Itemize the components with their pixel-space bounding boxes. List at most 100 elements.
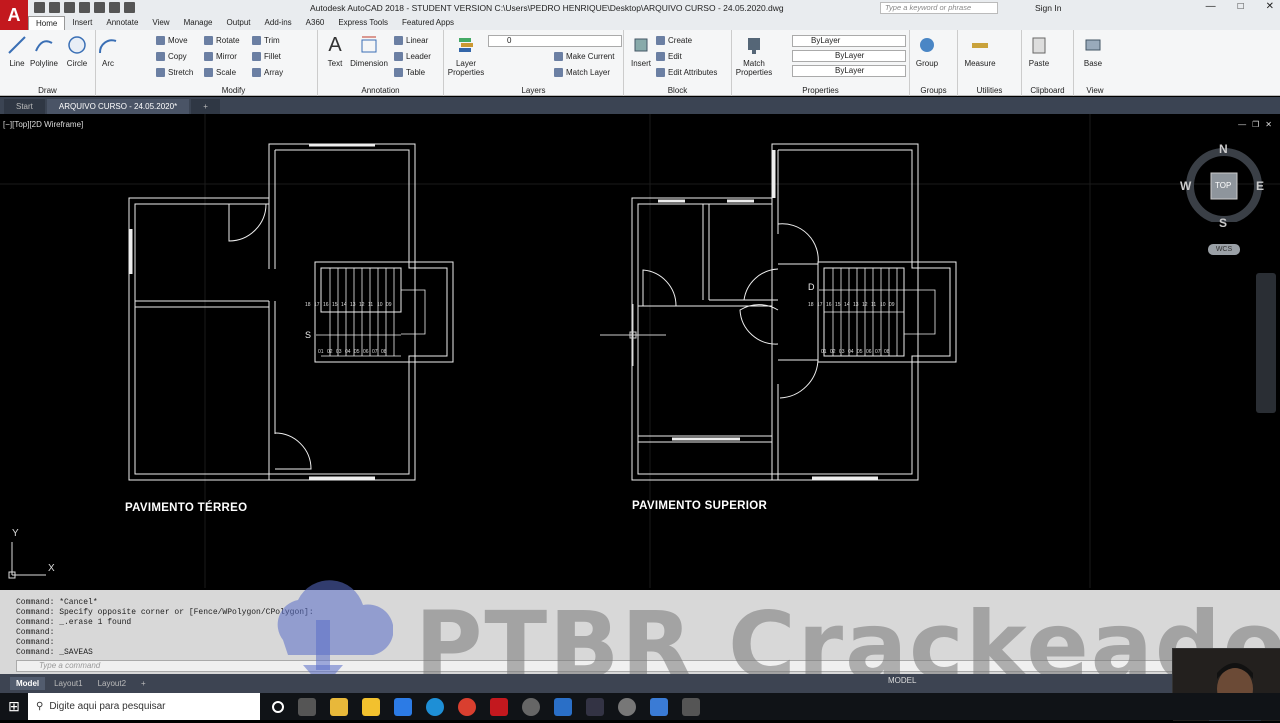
taskbar-search[interactable]: ⚲ Digite aqui para pesquisar (28, 693, 260, 720)
dimension-button[interactable]: Dimension (350, 34, 388, 68)
add-layout-button[interactable]: + (135, 677, 152, 690)
tab-a360[interactable]: A360 (299, 16, 332, 30)
task-view-icon[interactable] (298, 697, 316, 716)
settings-icon[interactable] (618, 697, 636, 716)
help-search-input[interactable]: Type a keyword or phrase (880, 2, 998, 14)
group-button[interactable]: Group (910, 34, 944, 68)
tab-output[interactable]: Output (220, 16, 258, 30)
minimize-icon[interactable]: — (1206, 1, 1216, 12)
modify-panel-title[interactable]: Modify (150, 86, 317, 95)
measure-button[interactable]: Measure (960, 34, 1000, 68)
mail-icon[interactable] (394, 697, 412, 716)
terminal-icon[interactable] (650, 697, 668, 716)
compass-south[interactable]: S (1219, 216, 1227, 230)
annotation-panel-title[interactable]: Annotation (318, 86, 443, 95)
tab-addins[interactable]: Add-ins (258, 16, 299, 30)
saveas-icon[interactable] (79, 2, 90, 13)
polyline-button[interactable]: Polyline (27, 34, 61, 68)
paste-button[interactable]: Paste (1022, 34, 1056, 68)
linear-button[interactable]: Linear (394, 36, 428, 45)
tab-layout2[interactable]: Layout2 (92, 677, 132, 690)
edge-icon[interactable] (426, 697, 444, 716)
open-icon[interactable] (49, 2, 60, 13)
layer-properties-button[interactable]: Layer Properties (446, 34, 486, 77)
circle-button[interactable]: Circle (60, 34, 94, 68)
copy-button[interactable]: Copy (156, 52, 187, 61)
trim-button[interactable]: Trim (252, 36, 280, 45)
maximize-icon[interactable]: □ (1238, 1, 1244, 12)
mirror-button[interactable]: Mirror (204, 52, 237, 61)
store-icon[interactable] (362, 697, 380, 716)
edit-attributes-button[interactable]: Edit Attributes (656, 68, 717, 77)
color-dropdown[interactable]: ByLayer (792, 35, 906, 47)
layers-panel-title[interactable]: Layers (444, 86, 623, 95)
tab-drawing[interactable]: ARQUIVO CURSO - 24.05.2020* (46, 99, 190, 114)
lineweight-dropdown[interactable]: ByLayer (792, 65, 906, 77)
sign-in-button[interactable]: Sign In (1035, 3, 1061, 13)
save-icon[interactable] (64, 2, 75, 13)
autocad-taskbar-icon[interactable] (490, 697, 508, 716)
make-current-button[interactable]: Make Current (554, 52, 614, 61)
insert-button[interactable]: Insert (624, 34, 658, 68)
undo-icon[interactable] (109, 2, 120, 13)
rotate-button[interactable]: Rotate (204, 36, 240, 45)
compass-west[interactable]: W (1180, 179, 1191, 193)
move-button[interactable]: Move (156, 36, 188, 45)
app-icon[interactable] (522, 697, 540, 716)
close-icon[interactable]: ✕ (1266, 1, 1274, 12)
photos-icon[interactable] (554, 697, 572, 716)
array-button[interactable]: Array (252, 68, 283, 77)
match-properties-button[interactable]: Match Properties (734, 34, 774, 77)
tab-manage[interactable]: Manage (177, 16, 220, 30)
leader-button[interactable]: Leader (394, 52, 431, 61)
text-button[interactable]: A Text (318, 34, 352, 69)
block-panel-title[interactable]: Block (624, 86, 731, 95)
base-button[interactable]: Base (1076, 34, 1110, 68)
viewcube[interactable]: N S W E TOP (1180, 142, 1264, 230)
compass-north[interactable]: N (1219, 142, 1228, 156)
edit-block-button[interactable]: Edit (656, 52, 682, 61)
groups-panel-title[interactable]: Groups (910, 86, 957, 95)
view-panel-title[interactable]: View (1074, 86, 1116, 95)
file-explorer-icon[interactable] (330, 697, 348, 716)
create-block-button[interactable]: Create (656, 36, 692, 45)
redo-icon[interactable] (124, 2, 135, 13)
wcs-dropdown[interactable]: WCS (1208, 244, 1240, 255)
compass-east[interactable]: E (1256, 179, 1264, 193)
new-tab-button[interactable]: + (191, 99, 220, 114)
properties-panel-title[interactable]: Properties (732, 86, 909, 95)
linetype-dropdown[interactable]: ByLayer (792, 50, 906, 62)
plot-icon[interactable] (94, 2, 105, 13)
misc-app-icon[interactable] (682, 697, 700, 716)
utilities-panel-title[interactable]: Utilities (958, 86, 1021, 95)
cortana-icon[interactable] (272, 700, 284, 713)
match-layer-button[interactable]: Match Layer (554, 68, 610, 77)
tab-start[interactable]: Start (4, 99, 45, 114)
tab-home[interactable]: Home (28, 16, 66, 30)
chrome-icon[interactable] (458, 697, 476, 716)
model-space-button[interactable]: MODEL (888, 676, 916, 685)
autocad-app-button[interactable]: A (0, 0, 28, 30)
tab-featured-apps[interactable]: Featured Apps (395, 16, 461, 30)
table-button[interactable]: Table (394, 68, 425, 77)
clipboard-panel-title[interactable]: Clipboard (1022, 86, 1073, 95)
tab-view[interactable]: View (145, 16, 176, 30)
windows-start-icon[interactable]: ⊞ (0, 693, 28, 720)
stretch-button[interactable]: Stretch (156, 68, 193, 77)
scale-button[interactable]: Scale (204, 68, 236, 77)
arc-button[interactable]: Arc (91, 34, 125, 68)
tab-model[interactable]: Model (10, 677, 46, 690)
tab-express-tools[interactable]: Express Tools (331, 16, 395, 30)
new-icon[interactable] (34, 2, 45, 13)
layer-dropdown[interactable]: 0 (488, 35, 622, 47)
draw-panel-title[interactable]: Draw (0, 86, 95, 95)
fillet-button[interactable]: Fillet (252, 52, 281, 61)
tab-layout1[interactable]: Layout1 (48, 677, 88, 690)
stair-step-number: 12 (359, 302, 365, 308)
tab-insert[interactable]: Insert (65, 16, 99, 30)
tcs-icon[interactable] (586, 697, 604, 716)
navigation-bar[interactable] (1256, 273, 1276, 413)
viewcube-top-face[interactable]: TOP (1215, 181, 1231, 190)
drawing-viewport[interactable]: [−][Top][2D Wireframe] — ❐ ✕ S D 18 17 1… (0, 114, 1280, 588)
tab-annotate[interactable]: Annotate (99, 16, 145, 30)
